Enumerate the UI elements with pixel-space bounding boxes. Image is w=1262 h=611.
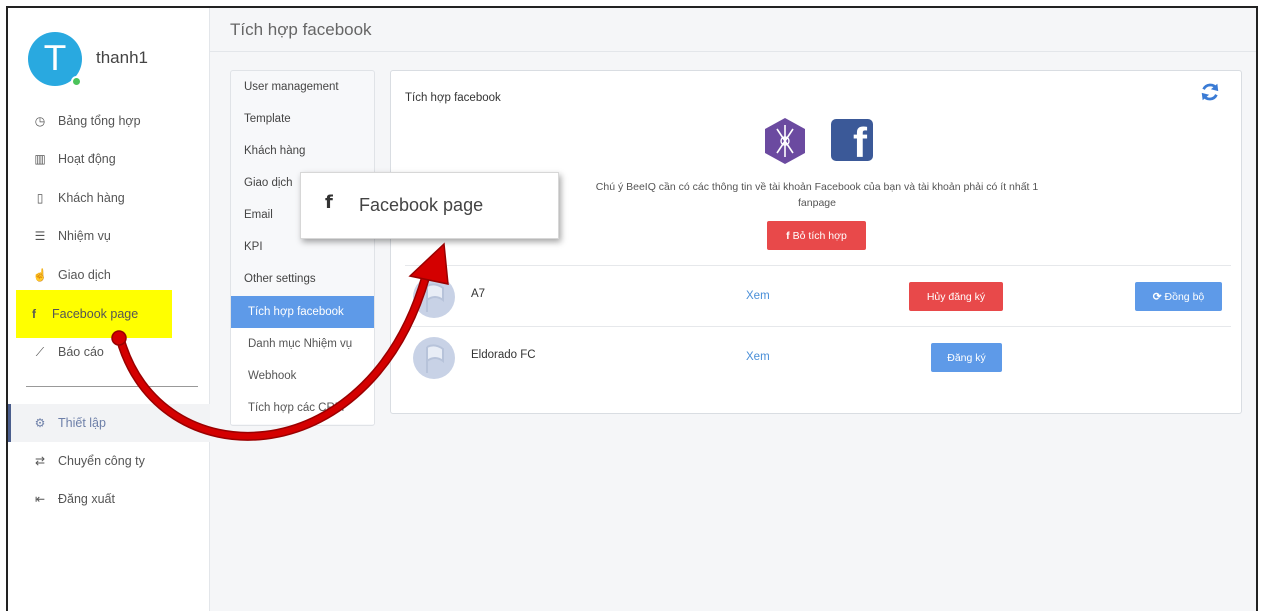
flag-icon — [426, 344, 444, 373]
settings-item-customers[interactable]: Khách hàng — [231, 135, 374, 167]
view-link[interactable]: Xem — [746, 351, 770, 363]
unlink-button-label: Bỏ tích hợp — [792, 229, 847, 242]
sidebar-item-reports[interactable]: ⟋ Báo cáo — [8, 333, 210, 371]
page-avatar — [413, 337, 455, 379]
unsubscribe-button[interactable]: Hủy đăng ký — [909, 282, 1003, 311]
gear-icon: ⚙ — [34, 416, 46, 430]
dashboard-icon: ◷ — [34, 114, 46, 128]
settings-item-crm-integration[interactable]: Tích hợp các CRM — [231, 392, 374, 424]
line-chart-icon: ⟋ — [35, 344, 45, 359]
sidebar-item-label: Giao dịch — [58, 268, 111, 282]
sidebar-item-dashboard[interactable]: ◷ Bảng tổng hợp — [8, 102, 210, 140]
facebook-icon: f — [32, 307, 36, 321]
subscribe-button[interactable]: Đăng ký — [931, 343, 1002, 372]
facebook-logo: f — [831, 119, 873, 161]
hand-icon: ☝ — [32, 268, 48, 282]
sidebar-divider — [26, 386, 198, 387]
sidebar-item-label: Facebook page — [52, 307, 139, 321]
sidebar-item-label: Khách hàng — [58, 191, 125, 205]
settings-menu: User management Template Khách hàng Giao… — [230, 70, 375, 426]
sidebar-item-label: Hoạt động — [58, 152, 116, 166]
swap-icon: ⇄ — [34, 454, 46, 468]
settings-item-user-management[interactable]: User management — [231, 71, 374, 103]
sidebar-item-tasks[interactable]: ☰ Nhiệm vụ — [8, 217, 210, 255]
sidebar-item-settings[interactable]: ⚙ Thiết lập — [8, 404, 210, 442]
sidebar-item-facebook-page[interactable]: f Facebook page — [16, 290, 172, 338]
page-name: Eldorado FC — [471, 349, 536, 361]
settings-item-task-categories[interactable]: Danh mục Nhiệm vụ — [231, 328, 374, 360]
task-list-icon: ☰ — [34, 229, 46, 243]
sync-icon: ⟳ — [1152, 290, 1162, 303]
facebook-icon: f — [786, 229, 790, 242]
sidebar: T thanh1 ◷ Bảng tổng hợp ▥ Hoạt động ▯ K… — [8, 8, 210, 611]
sidebar-item-label: Nhiệm vụ — [58, 229, 111, 243]
table-row: Eldorado FC Xem Đăng ký — [405, 326, 1231, 387]
unlink-button[interactable]: f Bỏ tích hợp — [767, 221, 866, 250]
settings-item-webhook[interactable]: Webhook — [231, 360, 374, 392]
online-status-icon — [71, 76, 82, 87]
beeiq-logo — [765, 118, 805, 164]
sidebar-item-switch-company[interactable]: ⇄ Chuyển công ty — [8, 442, 210, 480]
sidebar-item-activity[interactable]: ▥ Hoạt động — [8, 140, 210, 178]
sidebar-item-customers[interactable]: ▯ Khách hàng — [8, 179, 210, 217]
sidebar-item-label: Thiết lập — [58, 416, 106, 430]
table-row: A7 Xem Hủy đăng ký ⟳ Đồng bộ — [405, 265, 1231, 326]
integration-notice: Chú ý BeeIQ cần có các thông tin về tài … — [595, 181, 1039, 209]
sidebar-item-label: Báo cáo — [58, 345, 104, 359]
page-name: A7 — [471, 288, 486, 300]
flag-icon — [426, 283, 444, 312]
app-window: T thanh1 ◷ Bảng tổng hợp ▥ Hoạt động ▯ K… — [6, 6, 1258, 611]
sidebar-item-logout[interactable]: ⇤ Đăng xuất — [8, 480, 210, 518]
settings-item-other-settings[interactable]: Other settings — [231, 263, 374, 295]
callout-label: Facebook page — [359, 195, 484, 215]
logout-icon: ⇤ — [34, 492, 46, 506]
sidebar-item-label: Bảng tổng hợp — [58, 114, 141, 128]
settings-item-facebook-integration[interactable]: Tích hợp facebook — [231, 296, 374, 328]
sync-button-label: Đồng bộ — [1164, 290, 1205, 303]
sidebar-item-deals[interactable]: ☝ Giao dịch — [8, 256, 210, 294]
settings-item-template[interactable]: Template — [231, 103, 374, 135]
view-link[interactable]: Xem — [746, 290, 770, 302]
contact-book-icon: ▯ — [36, 191, 44, 205]
sync-button[interactable]: ⟳ Đồng bộ — [1135, 282, 1222, 311]
bar-chart-icon: ▥ — [34, 152, 46, 166]
card-title: Tích hợp facebook — [405, 92, 501, 104]
refresh-icon[interactable] — [1199, 81, 1221, 103]
page-header: Tích hợp facebook — [210, 8, 1256, 52]
sidebar-item-label: Chuyển công ty — [58, 454, 145, 468]
page-avatar — [413, 276, 455, 318]
facebook-page-callout: f Facebook page — [300, 172, 559, 239]
page-title: Tích hợp facebook — [230, 20, 372, 39]
facebook-icon: f — [325, 192, 333, 213]
sidebar-item-label: Đăng xuất — [58, 492, 115, 506]
username[interactable]: thanh1 — [96, 48, 148, 68]
facebook-logo-glyph: f — [853, 119, 867, 161]
facebook-integration-card: Tích hợp facebook f Chú ý BeeIQ cần có c… — [390, 70, 1242, 414]
